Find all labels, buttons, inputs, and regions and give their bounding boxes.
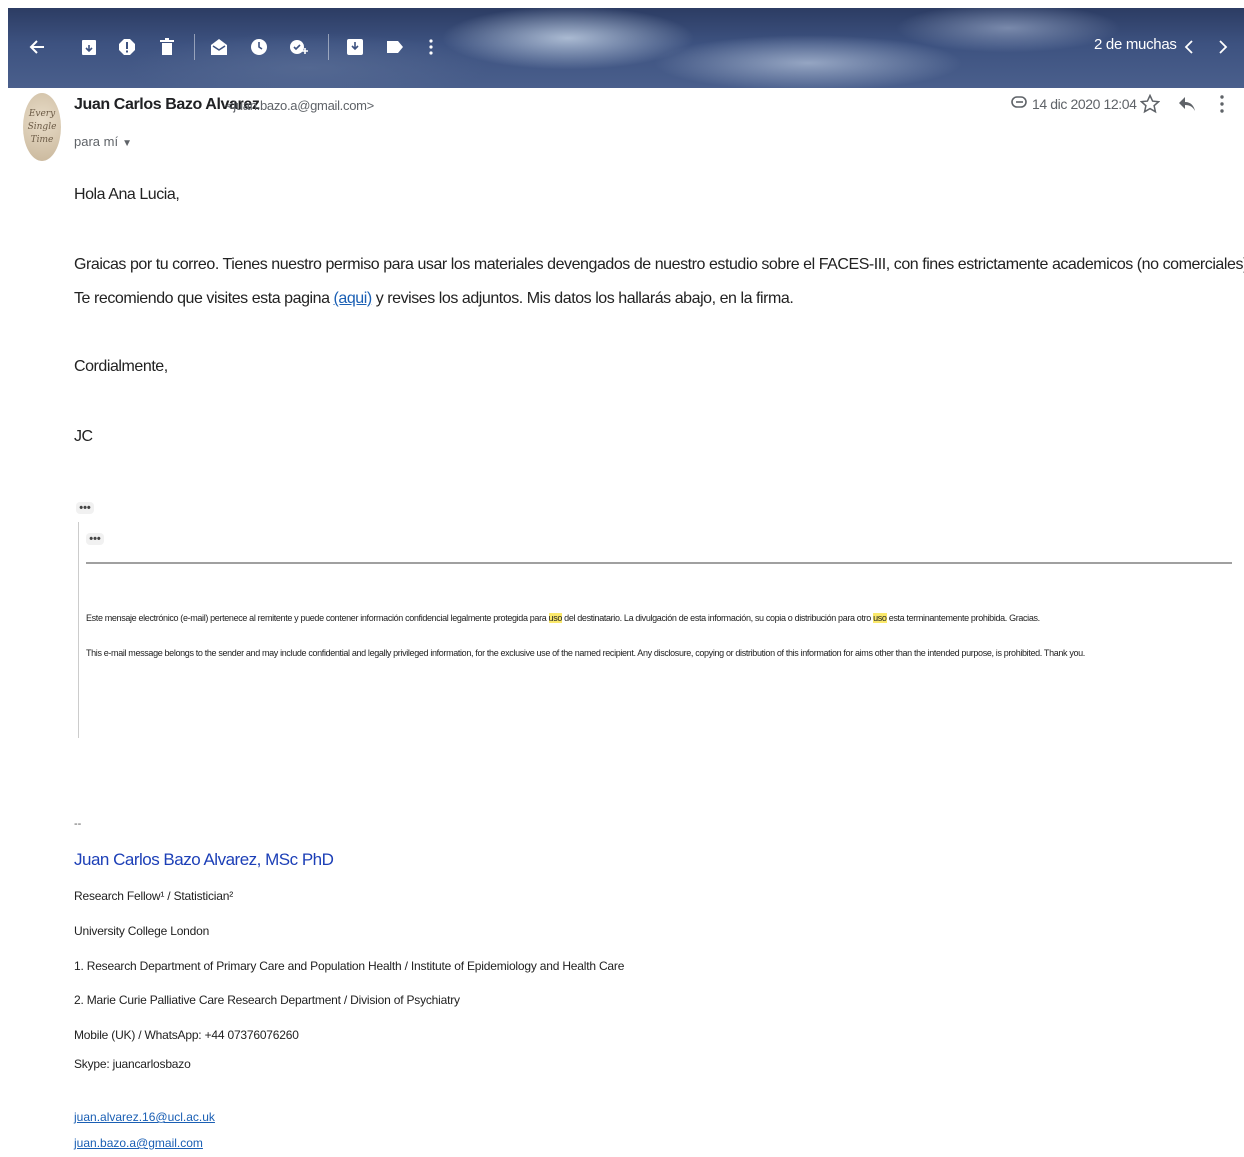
signature-university: University College London bbox=[74, 924, 210, 938]
disclaimer-text: del destinatario. La divulgación de esta… bbox=[562, 613, 874, 623]
signature-role: Research Fellow¹ / Statistician² bbox=[74, 889, 233, 903]
signature-department: 2. Marie Curie Palliative Care Research … bbox=[74, 993, 460, 1007]
body-paragraph: Te recomiendo que visites esta pagina (a… bbox=[74, 290, 794, 308]
disclaimer-spanish: Este mensaje electrónico (e-mail) perten… bbox=[86, 613, 1040, 623]
avatar-text: Every bbox=[28, 108, 56, 119]
signature-email-link[interactable]: juan.bazo.a@gmail.com bbox=[74, 1136, 203, 1150]
message-date: 14 dic 2020 12:04 bbox=[1032, 96, 1137, 112]
disclaimer-text: Este mensaje electrónico (e-mail) perten… bbox=[86, 613, 549, 623]
body-text: Te recomiendo que visites esta pagina bbox=[74, 290, 334, 307]
disclaimer-english: This e-mail message belongs to the sende… bbox=[86, 648, 1085, 658]
search-highlight: uso bbox=[873, 613, 887, 623]
snooze-icon[interactable] bbox=[244, 32, 274, 62]
next-icon[interactable] bbox=[1208, 32, 1238, 62]
signature-department: 1. Research Department of Primary Care a… bbox=[74, 959, 625, 973]
greeting: Hola Ana Lucia, bbox=[74, 186, 180, 203]
avatar-text: Single bbox=[27, 121, 57, 132]
mark-unread-icon[interactable] bbox=[204, 32, 234, 62]
attachment-icon bbox=[1011, 95, 1027, 111]
signature-separator: -- bbox=[74, 818, 82, 830]
recipient-label: para mí bbox=[74, 134, 119, 149]
add-task-icon[interactable] bbox=[284, 32, 314, 62]
signature-name: Juan Carlos Bazo Alvarez, MSc PhD bbox=[74, 850, 334, 869]
reply-icon[interactable] bbox=[1175, 92, 1199, 116]
more-vert-icon[interactable] bbox=[416, 32, 446, 62]
signature-skype: Skype: juancarlosbazo bbox=[74, 1057, 191, 1071]
label-icon[interactable] bbox=[380, 32, 410, 62]
search-highlight: uso bbox=[548, 613, 563, 623]
signature-email-link[interactable]: juan.alvarez.16@ucl.ac.uk bbox=[74, 1110, 215, 1124]
divider bbox=[86, 562, 1232, 564]
avatar: Every Single Time bbox=[23, 93, 61, 161]
quote-bar bbox=[78, 522, 79, 738]
toolbar-divider bbox=[194, 34, 195, 60]
body-text: y revises los adjuntos. Mis datos los ha… bbox=[371, 290, 794, 307]
show-trimmed-content-button[interactable]: ••• bbox=[86, 533, 104, 545]
closing: Cordialmente, bbox=[74, 358, 168, 375]
star-icon[interactable] bbox=[1138, 92, 1162, 116]
delete-icon[interactable] bbox=[152, 32, 182, 62]
avatar-text: Time bbox=[30, 134, 54, 145]
toolbar: 2 de muchas bbox=[8, 8, 1244, 88]
signature-phone: Mobile (UK) / WhatsApp: +44 07376076260 bbox=[74, 1028, 299, 1042]
back-arrow-icon[interactable] bbox=[22, 32, 52, 62]
archive-icon[interactable] bbox=[74, 32, 104, 62]
aqui-link[interactable]: (aqui) bbox=[334, 290, 373, 307]
more-options-icon[interactable] bbox=[1210, 92, 1234, 116]
window-edge bbox=[0, 0, 8, 1157]
body-paragraph: Graicas por tu correo. Tienes nuestro pe… bbox=[74, 256, 1244, 273]
pagination-count: 2 de muchas bbox=[1094, 36, 1177, 53]
move-to-icon[interactable] bbox=[340, 32, 370, 62]
show-trimmed-content-button[interactable]: ••• bbox=[76, 502, 94, 514]
toolbar-divider bbox=[328, 34, 329, 60]
spam-icon[interactable] bbox=[112, 32, 142, 62]
initials: JC bbox=[74, 428, 93, 445]
caret-down-icon: ▼ bbox=[122, 138, 132, 149]
sender-email: <juan.bazo.a@gmail.com> bbox=[226, 98, 374, 113]
disclaimer-text: esta terminantemente prohibida. Gracias. bbox=[886, 613, 1040, 623]
recipient-details-toggle[interactable]: para mí ▼ bbox=[74, 134, 132, 149]
prev-icon[interactable] bbox=[1174, 32, 1204, 62]
